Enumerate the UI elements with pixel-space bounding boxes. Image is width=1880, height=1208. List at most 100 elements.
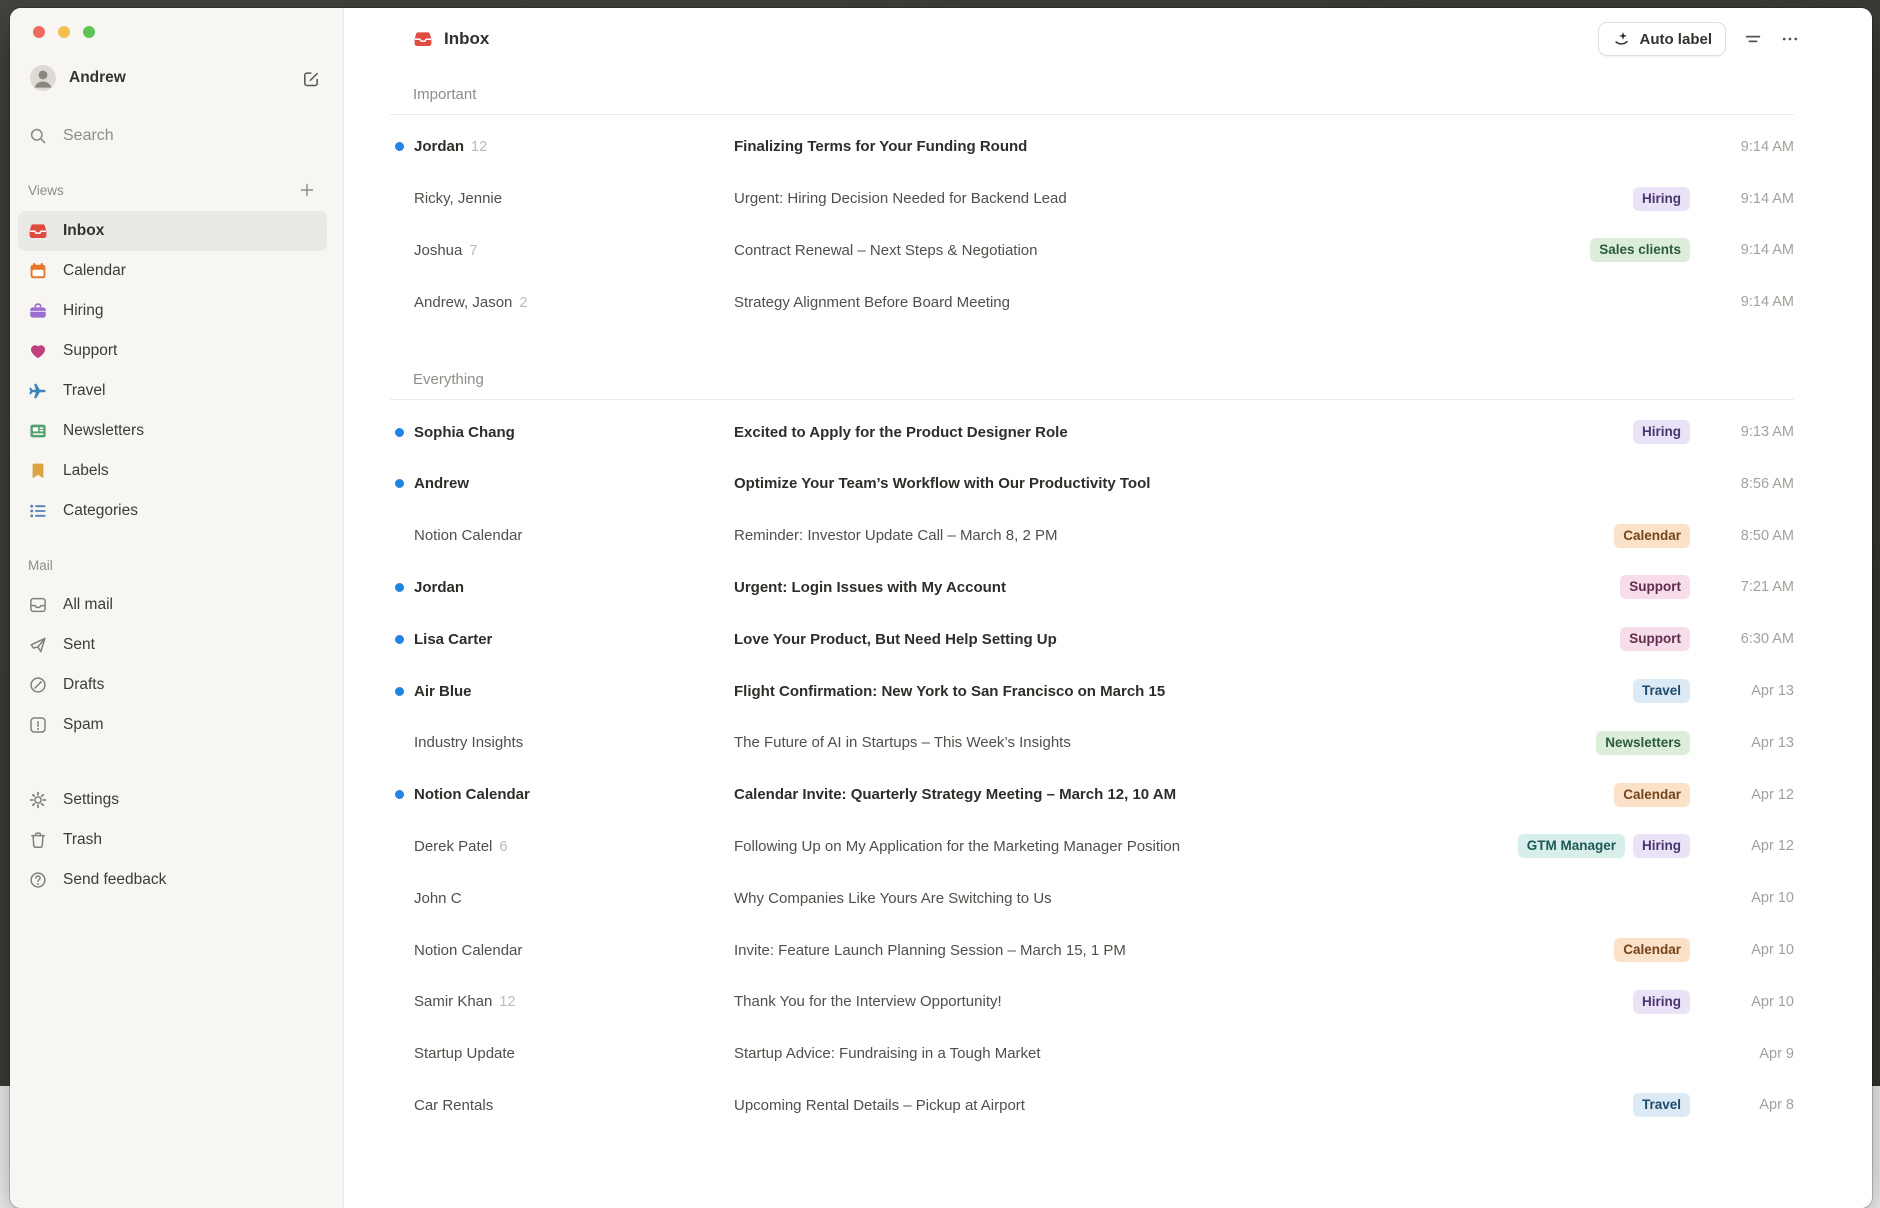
unread-dot bbox=[395, 142, 404, 151]
sidebar-item-spam[interactable]: Spam bbox=[18, 705, 327, 745]
question-circle-icon bbox=[28, 870, 48, 890]
newspaper-icon bbox=[28, 421, 48, 441]
label-tag[interactable]: GTM Manager bbox=[1518, 834, 1625, 858]
label-tag[interactable]: Calendar bbox=[1614, 938, 1690, 962]
mail-section-label: Mail bbox=[28, 558, 53, 573]
email-row[interactable]: Notion Calendar Reminder: Investor Updat… bbox=[390, 510, 1794, 562]
email-section: Important Jordan12 Finalizing Terms for … bbox=[390, 64, 1794, 328]
page-title: Inbox bbox=[444, 29, 489, 49]
email-time: 9:14 AM bbox=[1702, 139, 1794, 155]
email-subject: Reminder: Investor Update Call – March 8… bbox=[734, 527, 1598, 544]
email-row[interactable]: Derek Patel6 Following Up on My Applicat… bbox=[390, 821, 1794, 873]
email-labels: Hiring bbox=[1633, 990, 1690, 1014]
label-tag[interactable]: Hiring bbox=[1633, 834, 1690, 858]
account-name[interactable]: Andrew bbox=[69, 69, 126, 87]
email-subject: Upcoming Rental Details – Pickup at Airp… bbox=[734, 1097, 1617, 1114]
email-row[interactable]: John C Why Companies Like Yours Are Swit… bbox=[390, 872, 1794, 924]
gear-icon bbox=[28, 790, 48, 810]
email-row[interactable]: Notion Calendar Invite: Feature Launch P… bbox=[390, 924, 1794, 976]
sidebar-item-inbox[interactable]: Inbox bbox=[18, 211, 327, 251]
sidebar-footer-list: Settings Trash Send feedback bbox=[10, 780, 343, 900]
label-tag[interactable]: Travel bbox=[1633, 1093, 1690, 1117]
email-sender: Ricky, Jennie bbox=[414, 190, 502, 207]
email-subject: Invite: Feature Launch Planning Session … bbox=[734, 942, 1598, 959]
email-section: Everything Sophia Chang Excited to Apply… bbox=[390, 328, 1794, 1131]
email-subject: Flight Confirmation: New York to San Fra… bbox=[734, 683, 1617, 700]
minimize-window-button[interactable] bbox=[58, 26, 70, 38]
email-labels: Calendar bbox=[1614, 938, 1690, 962]
auto-label-button[interactable]: Auto label bbox=[1598, 22, 1726, 56]
email-row[interactable]: Ricky, Jennie Urgent: Hiring Decision Ne… bbox=[390, 173, 1794, 225]
tray-icon bbox=[28, 595, 48, 615]
unread-dot bbox=[395, 635, 404, 644]
zoom-window-button[interactable] bbox=[83, 26, 95, 38]
sidebar-item-trash[interactable]: Trash bbox=[18, 820, 327, 860]
sidebar-item-all-mail[interactable]: All mail bbox=[18, 585, 327, 625]
sidebar-item-categories[interactable]: Categories bbox=[18, 491, 327, 531]
email-sender: Jordan bbox=[414, 579, 464, 596]
label-tag[interactable]: Calendar bbox=[1614, 524, 1690, 548]
email-row[interactable]: Jordan12 Finalizing Terms for Your Fundi… bbox=[390, 121, 1794, 173]
add-view-button[interactable] bbox=[297, 180, 317, 200]
avatar[interactable] bbox=[30, 65, 56, 91]
email-row[interactable]: Lisa Carter Love Your Product, But Need … bbox=[390, 613, 1794, 665]
mail-section-header: Mail bbox=[10, 551, 317, 579]
email-time: Apr 9 bbox=[1702, 1046, 1794, 1062]
email-row[interactable]: Air Blue Flight Confirmation: New York t… bbox=[390, 665, 1794, 717]
sidebar-item-send-feedback[interactable]: Send feedback bbox=[18, 860, 327, 900]
more-options-button[interactable] bbox=[1780, 29, 1800, 49]
sidebar-item-hiring[interactable]: Hiring bbox=[18, 291, 327, 331]
email-labels: Calendar bbox=[1614, 783, 1690, 807]
close-window-button[interactable] bbox=[33, 26, 45, 38]
email-row[interactable]: Joshua7 Contract Renewal – Next Steps & … bbox=[390, 225, 1794, 277]
email-subject: Why Companies Like Yours Are Switching t… bbox=[734, 890, 1674, 907]
email-row[interactable]: Jordan Urgent: Login Issues with My Acco… bbox=[390, 562, 1794, 614]
sidebar-item-calendar[interactable]: Calendar bbox=[18, 251, 327, 291]
sidebar-item-drafts[interactable]: Drafts bbox=[18, 665, 327, 705]
email-row[interactable]: Startup Update Startup Advice: Fundraisi… bbox=[390, 1028, 1794, 1080]
email-time: 9:14 AM bbox=[1702, 242, 1794, 258]
sidebar-item-labels[interactable]: Labels bbox=[18, 451, 327, 491]
label-tag[interactable]: Sales clients bbox=[1590, 238, 1690, 262]
email-row[interactable]: Andrew Optimize Your Team’s Workflow wit… bbox=[390, 458, 1794, 510]
label-tag[interactable]: Hiring bbox=[1633, 420, 1690, 444]
calendar-icon bbox=[28, 261, 48, 281]
email-row[interactable]: Andrew, Jason2 Strategy Alignment Before… bbox=[390, 276, 1794, 328]
plane-icon bbox=[28, 381, 48, 401]
label-tag[interactable]: Newsletters bbox=[1596, 731, 1690, 755]
email-sender: Derek Patel bbox=[414, 838, 492, 855]
bookmark-icon bbox=[28, 461, 48, 481]
email-thread-count: 6 bbox=[499, 839, 507, 855]
label-tag[interactable]: Support bbox=[1620, 575, 1690, 599]
email-sender: Sophia Chang bbox=[414, 424, 515, 441]
section-divider bbox=[390, 114, 1794, 115]
label-tag[interactable]: Hiring bbox=[1633, 187, 1690, 211]
email-labels: Support bbox=[1620, 575, 1690, 599]
sidebar-item-newsletters[interactable]: Newsletters bbox=[18, 411, 327, 451]
email-time: Apr 12 bbox=[1702, 787, 1794, 803]
unread-dot bbox=[395, 790, 404, 799]
search-input[interactable]: Search bbox=[10, 121, 321, 151]
email-row[interactable]: Sophia Chang Excited to Apply for the Pr… bbox=[390, 406, 1794, 458]
briefcase-icon bbox=[28, 301, 48, 321]
filter-button[interactable] bbox=[1743, 29, 1763, 49]
email-labels: GTM Manager Hiring bbox=[1518, 834, 1690, 858]
label-tag[interactable]: Calendar bbox=[1614, 783, 1690, 807]
sidebar-item-support[interactable]: Support bbox=[18, 331, 327, 371]
label-tag[interactable]: Hiring bbox=[1633, 990, 1690, 1014]
compose-button[interactable] bbox=[301, 68, 321, 88]
sidebar-item-sent[interactable]: Sent bbox=[18, 625, 327, 665]
email-sender: Joshua bbox=[414, 242, 462, 259]
email-thread-count: 12 bbox=[471, 139, 487, 155]
label-tag[interactable]: Support bbox=[1620, 627, 1690, 651]
email-row[interactable]: Car Rentals Upcoming Rental Details – Pi… bbox=[390, 1080, 1794, 1132]
email-row[interactable]: Industry Insights The Future of AI in St… bbox=[390, 717, 1794, 769]
sidebar-item-settings[interactable]: Settings bbox=[18, 780, 327, 820]
email-row[interactable]: Samir Khan12 Thank You for the Interview… bbox=[390, 976, 1794, 1028]
sidebar-item-travel[interactable]: Travel bbox=[18, 371, 327, 411]
email-time: Apr 8 bbox=[1702, 1097, 1794, 1113]
email-sender: Notion Calendar bbox=[414, 786, 530, 803]
label-tag[interactable]: Travel bbox=[1633, 679, 1690, 703]
email-row[interactable]: Notion Calendar Calendar Invite: Quarter… bbox=[390, 769, 1794, 821]
email-subject: Contract Renewal – Next Steps & Negotiat… bbox=[734, 242, 1574, 259]
